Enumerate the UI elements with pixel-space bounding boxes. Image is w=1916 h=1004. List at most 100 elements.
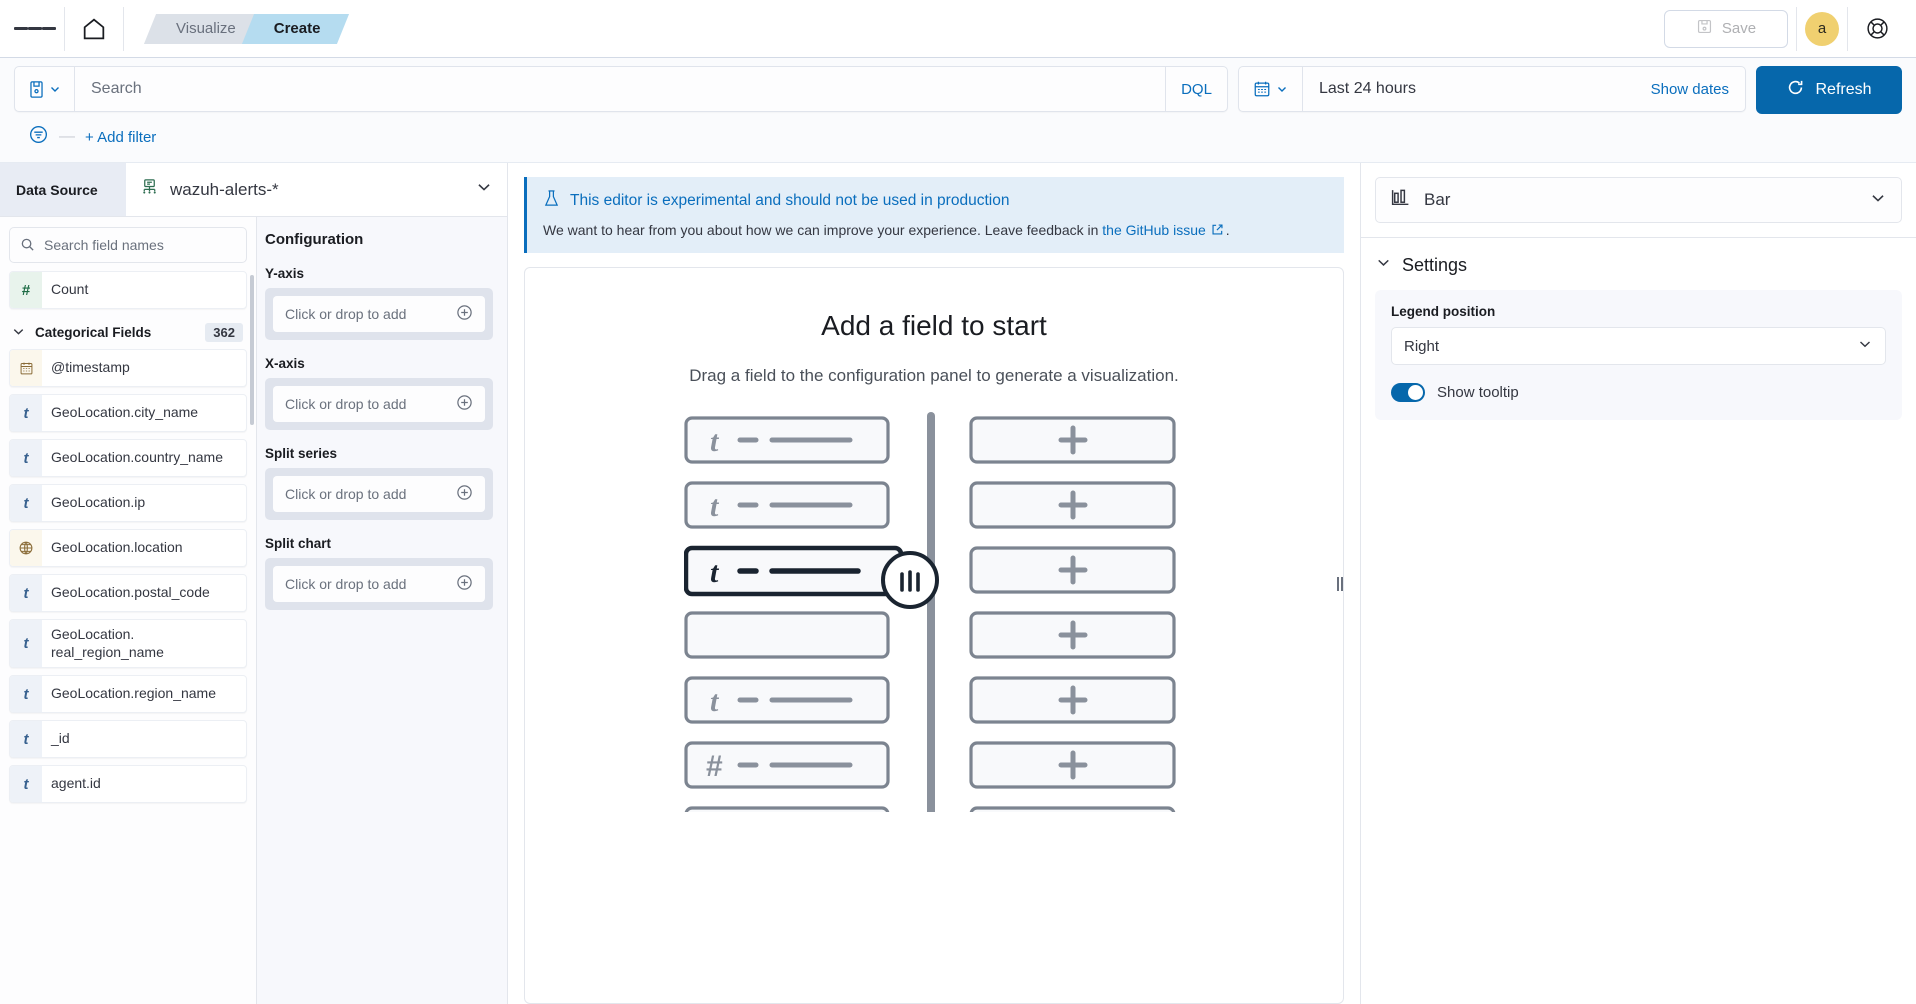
search-input[interactable] <box>75 67 1165 111</box>
plus-circle-icon[interactable] <box>456 394 473 414</box>
add-filter-button[interactable]: + Add filter <box>85 129 156 146</box>
filter-divider: — <box>59 128 75 146</box>
field-label: _id <box>42 724 79 754</box>
resize-grip-bar <box>1337 577 1339 591</box>
app-root: Visualize Create Save a <box>0 0 1916 1004</box>
string-icon: t <box>10 766 42 802</box>
calendar-field-icon <box>10 350 42 386</box>
field-label: GeoLocation.postal_code <box>42 578 219 608</box>
dropzone-outer-split-chart: Click or drop to add <box>265 558 493 610</box>
refresh-icon <box>1786 78 1805 102</box>
dropzone-outer-y-axis: Click or drop to add <box>265 288 493 340</box>
field-label: GeoLocation. real_region_name <box>42 620 173 667</box>
plus-circle-icon[interactable] <box>456 304 473 324</box>
nav-divider-4 <box>1847 7 1848 51</box>
field-item-ip[interactable]: t GeoLocation.ip <box>9 484 247 522</box>
string-icon: t <box>10 485 42 521</box>
experimental-callout: This editor is experimental and should n… <box>524 177 1344 253</box>
field-item-country-name[interactable]: t GeoLocation.country_name <box>9 439 247 477</box>
callout-body: We want to hear from you about how we ca… <box>543 222 1328 239</box>
field-search-input[interactable] <box>9 227 247 263</box>
top-navigation-bar: Visualize Create Save a <box>0 0 1916 58</box>
data-source-select[interactable]: wazuh-alerts-* <box>126 178 507 202</box>
config-group-y-axis: Y-axis Click or drop to add <box>265 266 493 340</box>
legend-position-select[interactable]: Right <box>1391 327 1886 365</box>
field-item-region-name[interactable]: t GeoLocation.region_name <box>9 675 247 713</box>
field-item-count[interactable]: # Count <box>9 271 247 309</box>
string-icon: t <box>10 395 42 431</box>
field-item-agent-id[interactable]: t agent.id <box>9 765 247 803</box>
field-item-id[interactable]: t _id <box>9 720 247 758</box>
chart-type-select[interactable]: Bar <box>1375 177 1902 223</box>
github-issue-link[interactable]: the GitHub issue <box>1102 222 1206 238</box>
number-icon: # <box>10 272 42 308</box>
chevron-down-icon[interactable] <box>1869 189 1887 212</box>
search-bar: DQL <box>14 66 1228 112</box>
topnav-actions: Save a <box>1664 7 1898 51</box>
config-label-split-series: Split series <box>265 446 493 461</box>
filter-icon[interactable] <box>28 124 49 150</box>
field-label: agent.id <box>42 769 110 799</box>
field-list-scrollbar[interactable] <box>250 275 254 425</box>
panel-resize-handle[interactable] <box>1337 577 1343 591</box>
config-group-split-chart: Split chart Click or drop to add <box>265 536 493 610</box>
show-tooltip-label: Show tooltip <box>1437 384 1519 401</box>
field-list[interactable]: # Count Categorical Fields 362 <box>0 271 256 1004</box>
show-tooltip-toggle[interactable] <box>1391 383 1425 402</box>
save-button[interactable]: Save <box>1664 10 1788 48</box>
saved-query-icon[interactable] <box>15 67 75 111</box>
dropzone-placeholder: Click or drop to add <box>285 396 406 412</box>
home-icon[interactable] <box>73 8 115 50</box>
nav-divider-2 <box>123 7 124 51</box>
dropzone-y-axis[interactable]: Click or drop to add <box>273 296 485 332</box>
categorical-fields-label: Categorical Fields <box>35 325 151 340</box>
plus-circle-icon[interactable] <box>456 484 473 504</box>
lifebuoy-help-icon[interactable] <box>1856 8 1898 50</box>
query-row: DQL Last 24 hours Show dates <box>14 66 1902 114</box>
field-panel: # Count Categorical Fields 362 <box>0 217 257 1004</box>
legend-position-value: Right <box>1404 338 1439 355</box>
visualization-canvas: Add a field to start Drag a field to the… <box>524 267 1344 1004</box>
field-items-container: @timestamp t GeoLocation.city_name t Geo… <box>9 349 247 803</box>
resize-grip-bar <box>1341 577 1343 591</box>
dropzone-split-series[interactable]: Click or drop to add <box>273 476 485 512</box>
field-item-timestamp[interactable]: @timestamp <box>9 349 247 387</box>
chevron-down-icon <box>11 324 26 342</box>
avatar[interactable]: a <box>1805 12 1839 46</box>
categorical-fields-header[interactable]: Categorical Fields 362 <box>9 316 247 349</box>
breadcrumb-visualize[interactable]: Visualize <box>150 14 258 44</box>
string-icon: t <box>10 440 42 476</box>
settings-section-header[interactable]: Settings <box>1361 238 1916 286</box>
dql-toggle-button[interactable]: DQL <box>1165 67 1227 111</box>
query-bar: DQL Last 24 hours Show dates <box>0 58 1916 163</box>
chevron-down-icon[interactable] <box>475 178 493 201</box>
show-dates-button[interactable]: Show dates <box>1635 81 1745 98</box>
field-item-city-name[interactable]: t GeoLocation.city_name <box>9 394 247 432</box>
legend-position-label: Legend position <box>1391 304 1886 319</box>
field-item-location[interactable]: GeoLocation.location <box>9 529 247 567</box>
callout-body-text: We want to hear from you about how we ca… <box>543 222 1102 238</box>
calendar-icon[interactable] <box>1239 67 1303 111</box>
field-item-real-region-name[interactable]: t GeoLocation. real_region_name <box>9 619 247 668</box>
field-label: GeoLocation.city_name <box>42 398 207 428</box>
dropzone-x-axis[interactable]: Click or drop to add <box>273 386 485 422</box>
hamburger-menu-icon[interactable] <box>14 8 56 50</box>
plus-circle-icon[interactable] <box>456 574 473 594</box>
field-item-postal-code[interactable]: t GeoLocation.postal_code <box>9 574 247 612</box>
flask-experimental-icon <box>543 189 560 213</box>
settings-label: Settings <box>1402 255 1467 276</box>
string-icon: t <box>10 676 42 712</box>
chart-type-label: Bar <box>1424 190 1450 210</box>
date-range-value[interactable]: Last 24 hours <box>1303 80 1635 98</box>
dropzone-outer-x-axis: Click or drop to add <box>265 378 493 430</box>
refresh-button[interactable]: Refresh <box>1756 66 1902 114</box>
field-label: GeoLocation.country_name <box>42 443 232 473</box>
breadcrumb-create-label: Create <box>274 20 321 37</box>
chevron-down-icon <box>1375 254 1392 276</box>
svg-text:#: # <box>706 750 723 783</box>
settings-card: Legend position Right Show tooltip <box>1375 290 1902 420</box>
filter-row: — + Add filter <box>14 114 1902 162</box>
breadcrumb-create[interactable]: Create <box>248 14 343 44</box>
dropzone-split-chart[interactable]: Click or drop to add <box>273 566 485 602</box>
chevron-down-icon[interactable] <box>1857 336 1873 356</box>
